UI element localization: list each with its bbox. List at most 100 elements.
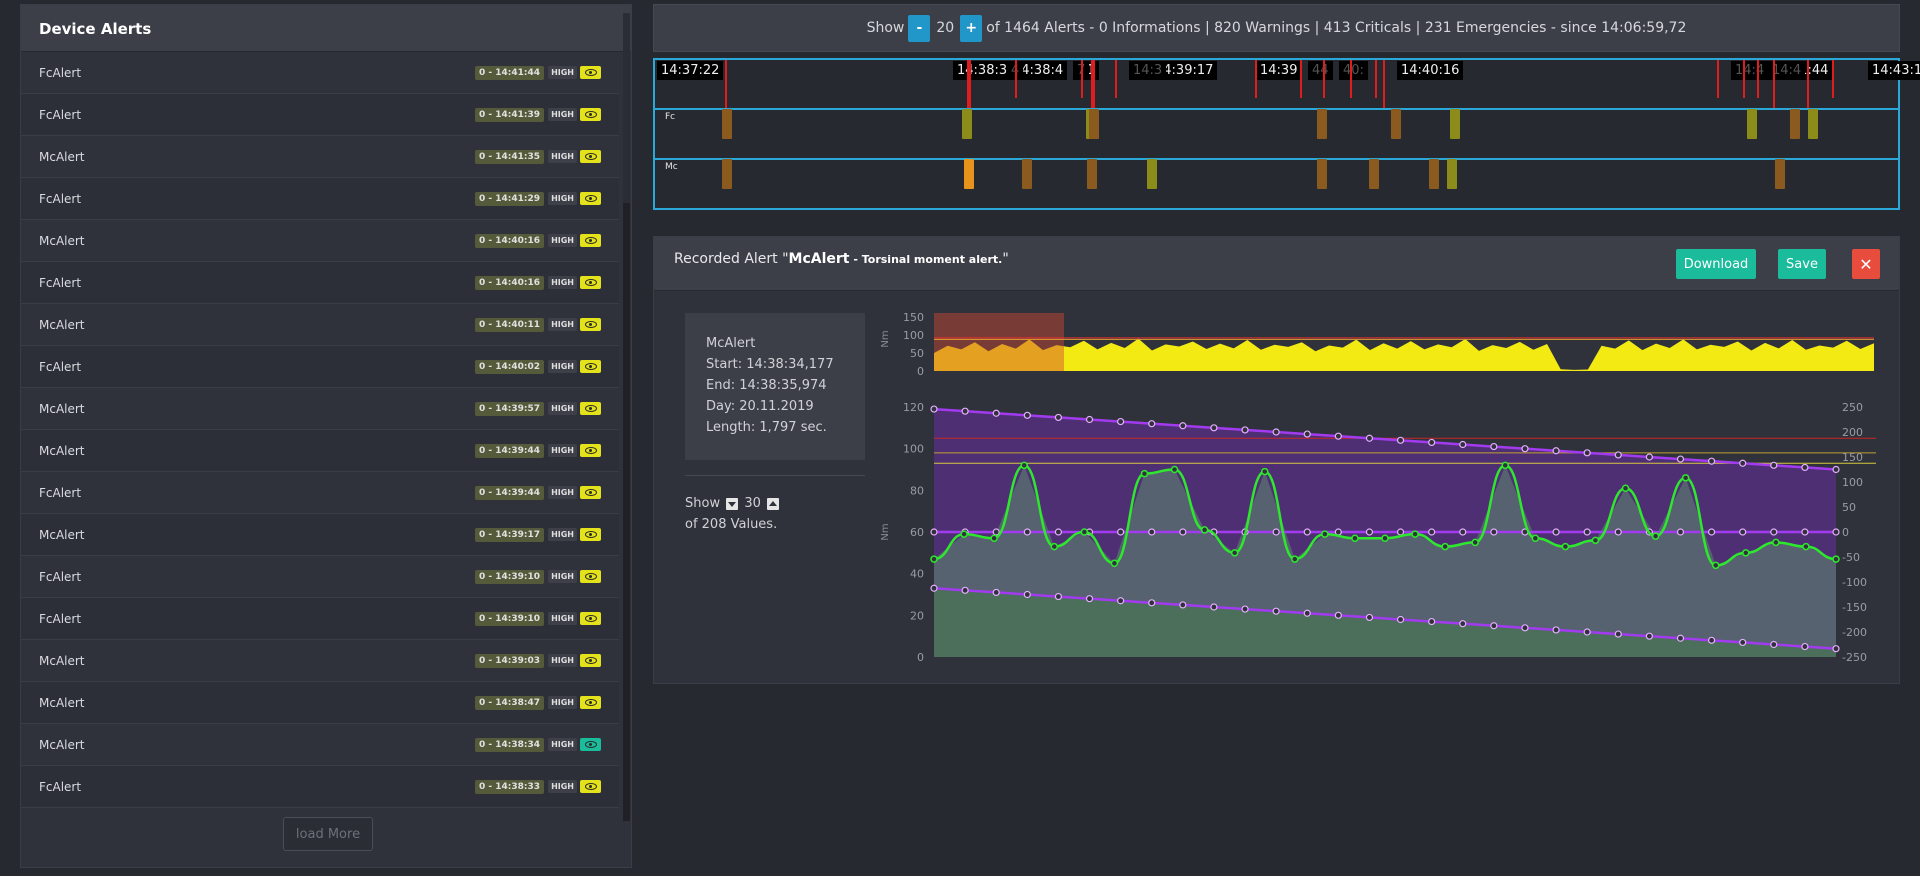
main-signal-marker xyxy=(1200,526,1209,534)
view-alert-button[interactable] xyxy=(580,234,601,247)
view-alert-button[interactable] xyxy=(580,66,601,79)
view-alert-button[interactable] xyxy=(580,108,601,121)
view-alert-button[interactable] xyxy=(580,192,601,205)
alert-list-item[interactable]: McAlert 0 - 14:41:35 HIGH xyxy=(21,136,619,178)
alert-list-item[interactable]: FcAlert 0 - 14:39:10 HIGH xyxy=(21,598,619,640)
timeline-mc-alert-block[interactable] xyxy=(1022,159,1032,189)
timeline-mc-alert-block[interactable] xyxy=(964,159,974,189)
timeline-alert-marker[interactable] xyxy=(1300,60,1302,98)
view-alert-button[interactable] xyxy=(580,402,601,415)
timeline-alert-marker[interactable] xyxy=(1115,60,1117,98)
timeline-fc-alert-block[interactable] xyxy=(1808,109,1818,139)
view-alert-button[interactable] xyxy=(580,486,601,499)
timeline-mc-alert-block[interactable] xyxy=(1087,159,1097,189)
view-alert-button[interactable] xyxy=(580,570,601,583)
timeline-mc-alert-block[interactable] xyxy=(1147,159,1157,189)
timeline-mc-alert-block[interactable] xyxy=(1369,159,1379,189)
timeline-alert-marker[interactable] xyxy=(1093,60,1095,108)
alert-list-item[interactable]: FcAlert 0 - 14:40:16 HIGH xyxy=(21,262,619,304)
timeline-alert-marker[interactable] xyxy=(1323,60,1325,98)
alert-list-item[interactable]: FcAlert 0 - 14:38:33 HIGH xyxy=(21,766,619,808)
view-alert-button[interactable] xyxy=(580,654,601,667)
timeline-fc-alert-block[interactable] xyxy=(1391,109,1401,139)
timeline-alert-marker[interactable] xyxy=(1081,60,1083,98)
timeline-alert-marker[interactable] xyxy=(725,60,727,108)
timeline-fc-alert-block[interactable] xyxy=(1790,109,1800,139)
alert-list-item[interactable]: FcAlert 0 - 14:39:10 HIGH xyxy=(21,556,619,598)
timeline-alert-marker[interactable] xyxy=(1375,60,1377,98)
load-more-button[interactable]: load More xyxy=(283,817,373,851)
view-alert-button[interactable] xyxy=(580,150,601,163)
timeline-fc-alert-block[interactable] xyxy=(1450,109,1460,139)
view-alert-button[interactable] xyxy=(580,360,601,373)
timeline-alert-marker[interactable] xyxy=(1757,60,1759,98)
alert-list-item[interactable]: McAlert 0 - 14:40:11 HIGH xyxy=(21,304,619,346)
timeline-alert-marker[interactable] xyxy=(1743,60,1745,98)
view-alert-button[interactable] xyxy=(580,444,601,457)
alert-list-item[interactable]: McAlert 0 - 14:39:44 HIGH xyxy=(21,430,619,472)
timeline-mc-alert-block[interactable] xyxy=(1447,159,1457,189)
timeline-fc-alert-block[interactable] xyxy=(1089,109,1099,139)
alerts-summary-text: of 1464 Alerts - 0 Informations | 820 Wa… xyxy=(986,20,1687,36)
timeline-mc-alert-block[interactable] xyxy=(1429,159,1439,189)
alert-list-item[interactable]: McAlert 0 - 14:38:34 HIGH xyxy=(21,724,619,766)
timeline-alert-marker[interactable] xyxy=(1717,60,1719,98)
increase-count-button[interactable]: + xyxy=(960,14,983,42)
alert-list-item[interactable]: McAlert 0 - 14:39:17 HIGH xyxy=(21,514,619,556)
alert-level-badge: HIGH xyxy=(548,654,577,667)
main-signal-marker xyxy=(1110,559,1119,567)
alert-level-badge: HIGH xyxy=(548,528,577,541)
view-alert-button[interactable] xyxy=(580,780,601,793)
timeline-fc-alert-block[interactable] xyxy=(1317,109,1327,139)
alert-list-item[interactable]: FcAlert 0 - 14:41:44 HIGH xyxy=(21,52,619,94)
timeline-fc-alert-block[interactable] xyxy=(1747,109,1757,139)
timeline-mc-alert-block[interactable] xyxy=(722,159,732,189)
alert-list-item[interactable]: FcAlert 0 - 14:39:44 HIGH xyxy=(21,472,619,514)
timeline-alert-marker[interactable] xyxy=(1807,60,1809,108)
view-alert-button[interactable] xyxy=(580,738,601,751)
view-alert-button[interactable] xyxy=(580,276,601,289)
main-limit-marker xyxy=(1303,609,1311,617)
main-y-left-tick-label: 100 xyxy=(903,443,924,456)
alert-list-item[interactable]: McAlert 0 - 14:39:03 HIGH xyxy=(21,640,619,682)
alert-time-badge: 0 - 14:40:02 xyxy=(475,359,545,374)
timeline-alert-marker[interactable] xyxy=(1832,60,1834,98)
timeline-mc-alert-block[interactable] xyxy=(1775,159,1785,189)
view-alert-button[interactable] xyxy=(580,696,601,709)
alert-list-item[interactable]: FcAlert 0 - 14:41:39 HIGH xyxy=(21,94,619,136)
alerts-panel-title: Device Alerts xyxy=(39,20,152,38)
eye-icon xyxy=(584,447,597,454)
view-alert-button[interactable] xyxy=(580,528,601,541)
timeline-fc-alert-block[interactable] xyxy=(722,109,732,139)
decrease-count-button[interactable]: - xyxy=(908,14,931,42)
alert-timeline[interactable]: Fc Mc 14:37:2214:38:314:38:4114:39:1714:… xyxy=(653,58,1920,210)
view-alert-button[interactable] xyxy=(580,318,601,331)
alert-name: FcAlert xyxy=(39,191,82,206)
timeline-alert-marker[interactable] xyxy=(1350,60,1352,98)
alert-time-badge: 0 - 14:39:44 xyxy=(475,443,545,458)
timeline-fc-alert-block[interactable] xyxy=(962,109,972,139)
view-alert-button[interactable] xyxy=(580,612,601,625)
timeline-alert-marker[interactable] xyxy=(1383,60,1385,108)
timeline-mc-alert-block[interactable] xyxy=(1317,159,1327,189)
timeline-alert-marker[interactable] xyxy=(1015,60,1017,98)
alerts-scrollbar-thumb[interactable] xyxy=(623,13,630,203)
alert-list-item[interactable]: McAlert 0 - 14:40:16 HIGH xyxy=(21,220,619,262)
main-limit-marker xyxy=(930,584,938,592)
main-limit-marker xyxy=(1148,599,1156,607)
main-signal-marker xyxy=(1651,532,1660,540)
alert-list-item[interactable]: FcAlert 0 - 14:40:02 HIGH xyxy=(21,346,619,388)
alert-list-item[interactable]: FcAlert 0 - 14:41:29 HIGH xyxy=(21,178,619,220)
eye-icon xyxy=(584,531,597,538)
alert-time-badge: 0 - 14:41:35 xyxy=(475,149,545,164)
alert-level-badge: HIGH xyxy=(548,108,577,121)
timeline-alert-marker[interactable] xyxy=(969,60,971,108)
main-limit-marker xyxy=(1303,430,1311,438)
main-limit-marker xyxy=(1365,613,1374,622)
eye-icon xyxy=(584,69,597,76)
timeline-alert-marker[interactable] xyxy=(1773,60,1775,108)
eye-icon xyxy=(584,741,597,748)
alert-list-item[interactable]: McAlert 0 - 14:38:47 HIGH xyxy=(21,682,619,724)
alert-list-item[interactable]: McAlert 0 - 14:39:57 HIGH xyxy=(21,388,619,430)
timeline-alert-marker[interactable] xyxy=(1255,60,1257,98)
